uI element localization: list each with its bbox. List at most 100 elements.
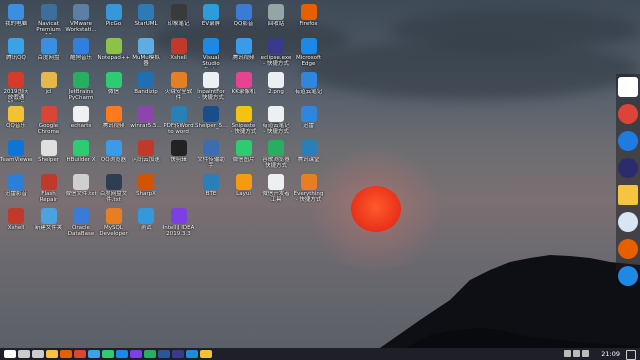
- edge-icon[interactable]: [618, 266, 638, 286]
- idea-icon[interactable]: [130, 350, 142, 358]
- desktop-icon[interactable]: 测试: [130, 206, 162, 231]
- desktop-icon-label: VMware Workstati...: [65, 21, 97, 33]
- firefox-icon[interactable]: [618, 239, 638, 259]
- search-icon[interactable]: [18, 350, 30, 358]
- desktop-icon[interactable]: 新建文件夹: [33, 206, 65, 231]
- desktop-icon[interactable]: Microsoft Edge: [293, 36, 325, 67]
- app-icon: [8, 106, 24, 122]
- chrome-icon[interactable]: [618, 104, 638, 124]
- desktop-icon[interactable]: winrar5.5...: [130, 104, 162, 129]
- desktop-icon[interactable]: BTE: [195, 172, 227, 197]
- desktop-icon[interactable]: IntelliJ IDEA 2019.3.3: [163, 206, 195, 237]
- desktop-icon[interactable]: PDF转Word to word: [163, 104, 195, 135]
- desktop-icon[interactable]: EV录屏: [195, 2, 227, 27]
- desktop-icon[interactable]: 微信图片: [228, 138, 260, 163]
- tray-icon[interactable]: [573, 350, 580, 357]
- desktop-icon[interactable]: Notepad++: [98, 36, 130, 61]
- desktop-icon[interactable]: 有道云笔记 - 快捷方式: [260, 104, 292, 135]
- desktop-icon[interactable]: 腾讯课堂: [293, 138, 325, 163]
- desktop-icon[interactable]: StarUML: [130, 2, 162, 27]
- desktop-icon-label: Snipaste - 快捷方式: [230, 123, 257, 135]
- desktop-icon[interactable]: 印象笔记: [163, 2, 195, 27]
- desktop-icon[interactable]: eclipse.exe - 快捷方式: [260, 36, 292, 67]
- music-icon[interactable]: [200, 350, 212, 358]
- qq-icon[interactable]: [88, 350, 100, 358]
- app-icon: [170, 4, 187, 20]
- desktop-icon[interactable]: 腾讯视频: [228, 36, 260, 61]
- kugou-icon[interactable]: [618, 131, 638, 151]
- word-icon[interactable]: [158, 350, 170, 358]
- desktop-icon[interactable]: Layui: [228, 172, 260, 197]
- desktop-icon[interactable]: InpaintFor - 快捷方式: [195, 70, 227, 101]
- desktop-icon[interactable]: HBuilder X: [65, 138, 97, 163]
- desktop-icon[interactable]: Everything - 快捷方式: [293, 172, 325, 203]
- desktop-icon[interactable]: 微信开发者工具: [260, 172, 292, 203]
- app-icon: [8, 174, 24, 190]
- desktop-icon[interactable]: 有道云笔记: [293, 70, 325, 95]
- desktop-icon[interactable]: Navicat Premium 12: [33, 2, 65, 34]
- wechat-icon[interactable]: [102, 350, 114, 358]
- eclipse-icon[interactable]: [618, 158, 638, 178]
- desktop-icon[interactable]: 2.png: [260, 70, 292, 95]
- desktop-icon[interactable]: Snipaste - 快捷方式: [228, 104, 260, 135]
- desktop-icon[interactable]: 回收站: [260, 2, 292, 27]
- tray-icon[interactable]: [582, 350, 589, 357]
- desktop-icon[interactable]: 百度网盘文件.txt: [98, 172, 130, 203]
- settings-icon[interactable]: [618, 212, 638, 232]
- desktop-icon[interactable]: JetBrains PyCharm: [65, 70, 97, 101]
- file-explorer-icon[interactable]: [46, 350, 58, 358]
- desktop-icon[interactable]: 腾讯视频: [98, 104, 130, 129]
- desktop-icon[interactable]: Bandizip: [130, 70, 162, 95]
- desktop-icon[interactable]: Shelper: [33, 138, 65, 163]
- folder-icon[interactable]: [618, 185, 638, 205]
- desktop-icon[interactable]: Xshell: [0, 206, 32, 231]
- desktop-icon[interactable]: 腾讯QQ: [0, 36, 32, 61]
- desktop-icon[interactable]: 微信文件.txt: [65, 172, 97, 197]
- desktop-icon[interactable]: 谷歌浏览器 快捷方式: [260, 138, 292, 169]
- desktop-icon[interactable]: 2019国庆 放假通知.pdf: [0, 70, 32, 102]
- desktop-icon[interactable]: 文件传输助手: [195, 138, 227, 169]
- desktop-icon[interactable]: 百度网盘: [33, 36, 65, 61]
- chrome-icon[interactable]: [74, 350, 86, 358]
- desktop-icon[interactable]: VMware Workstati...: [65, 2, 97, 33]
- desktop-icon[interactable]: jcl: [33, 70, 65, 95]
- desktop-icon[interactable]: echarts: [65, 104, 97, 129]
- desktop-icon[interactable]: 快剪辑: [163, 138, 195, 163]
- desktop-icon[interactable]: SharpX: [130, 172, 162, 197]
- desktop-icon[interactable]: Firefox: [293, 2, 325, 27]
- eclipse-icon[interactable]: [172, 350, 184, 358]
- desktop-icon[interactable]: 迅雷: [293, 104, 325, 129]
- desktop-icon[interactable]: Shelper_5...: [195, 104, 227, 129]
- desktop-icon[interactable]: 火绒安全软件: [163, 70, 195, 101]
- taskbar-clock[interactable]: 21:09: [601, 350, 620, 358]
- desktop-icon[interactable]: Google Chrome: [33, 104, 65, 135]
- desktop-icon[interactable]: Oracle DataBase: [65, 206, 97, 237]
- desktop-icon[interactable]: Flash Repair: [33, 172, 65, 203]
- desktop-icon[interactable]: TeamViewer: [0, 138, 32, 163]
- desktop-icon[interactable]: 微信: [98, 70, 130, 95]
- desktop-icon[interactable]: KK录像机: [228, 70, 260, 95]
- desktop-icon[interactable]: Visual Studio Code: [195, 36, 227, 68]
- app-icon: [40, 4, 57, 20]
- desktop-icon[interactable]: PicGo: [98, 2, 130, 27]
- start-tile-icon[interactable]: [618, 77, 638, 97]
- desktop-icon[interactable]: 闪讯云加速: [130, 138, 162, 163]
- desktop-icon[interactable]: QQ音乐: [0, 104, 32, 129]
- desktop-icon[interactable]: QQ浏览器: [98, 138, 130, 163]
- vscode-icon[interactable]: [116, 350, 128, 358]
- desktop-icon[interactable]: Xshell: [163, 36, 195, 61]
- desktop-icon[interactable]: 我的电脑: [0, 2, 32, 27]
- desktop-icon-label: QQ音乐: [6, 123, 26, 129]
- desktop-icon[interactable]: 迅雷影音: [0, 172, 32, 197]
- desktop-icon[interactable]: 酷狗音乐: [65, 36, 97, 61]
- task-view-icon[interactable]: [32, 350, 44, 358]
- photoshop-icon[interactable]: [186, 350, 198, 358]
- desktop-icon[interactable]: MySQL Developer: [98, 206, 130, 237]
- firefox-icon[interactable]: [60, 350, 72, 358]
- pycharm-icon[interactable]: [144, 350, 156, 358]
- desktop-icon[interactable]: MuMu模拟器: [130, 36, 162, 67]
- tray-icon[interactable]: [564, 350, 571, 357]
- notification-icon[interactable]: [626, 350, 636, 360]
- desktop-icon[interactable]: QQ影音: [228, 2, 260, 27]
- start-icon[interactable]: [4, 350, 16, 358]
